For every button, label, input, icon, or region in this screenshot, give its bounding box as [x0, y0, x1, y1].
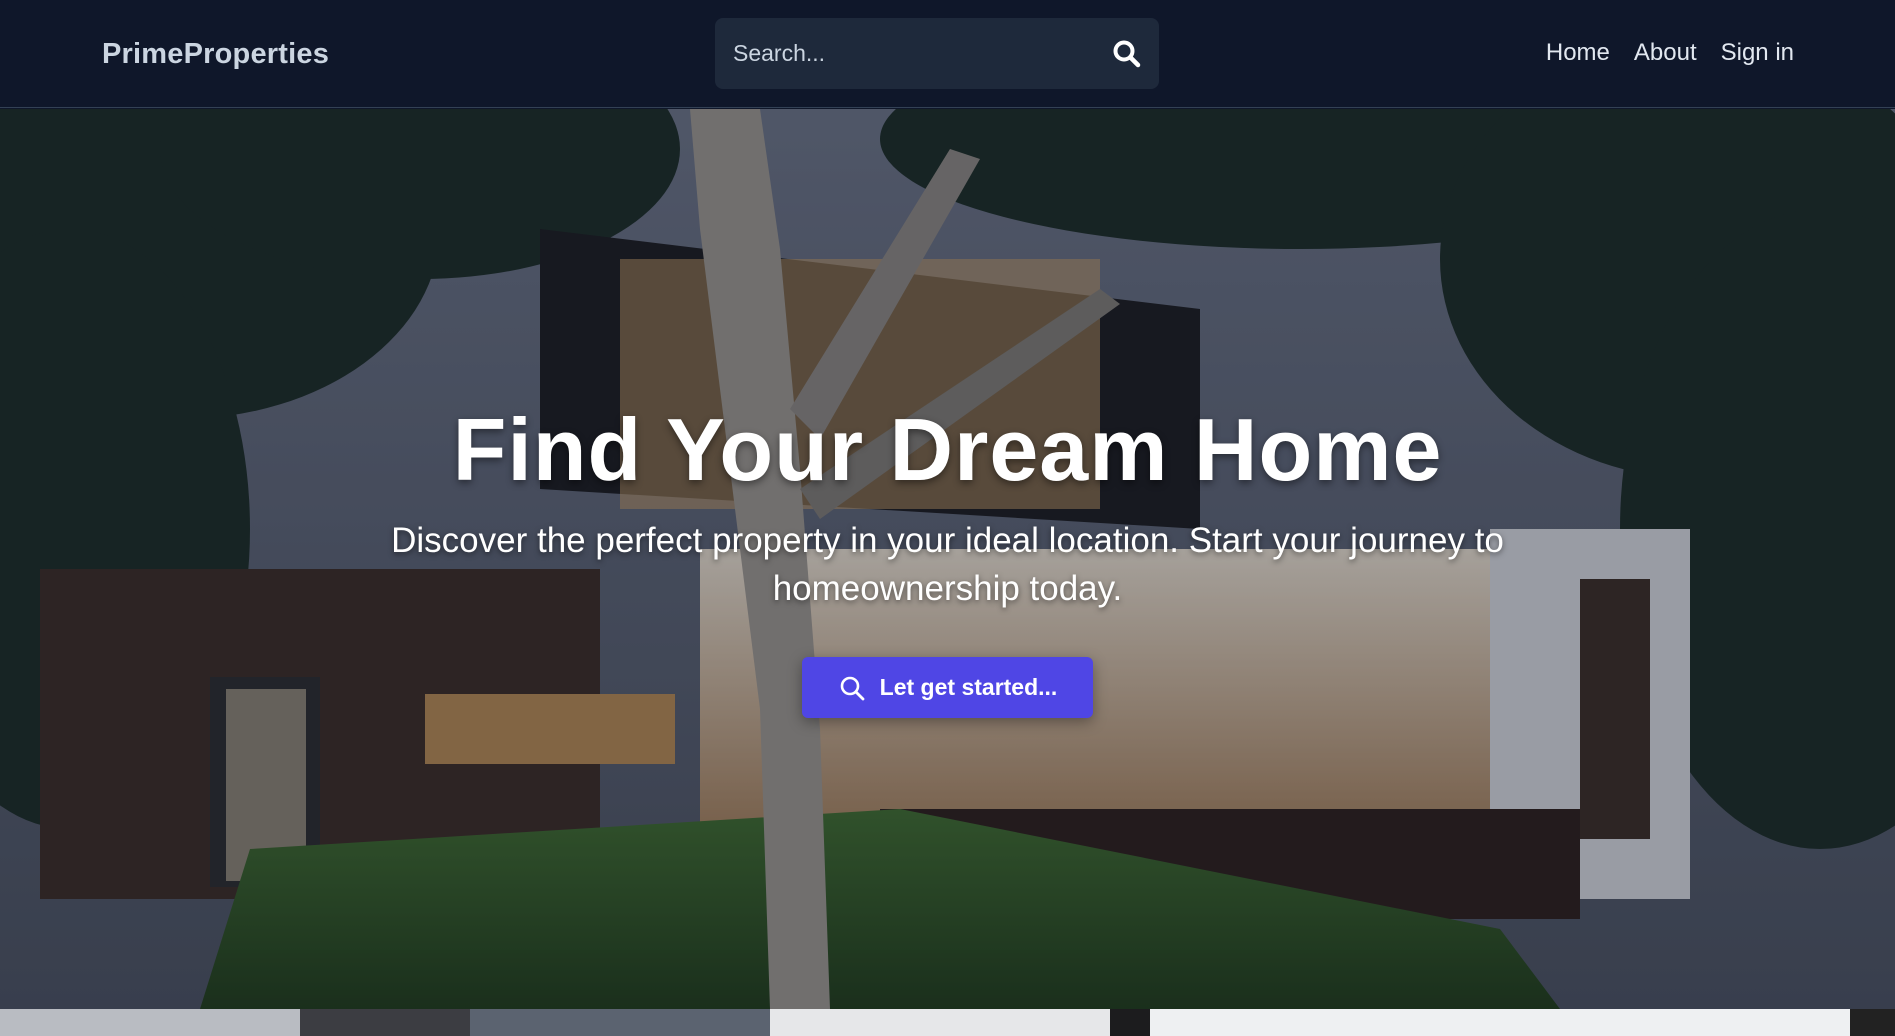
search-bar: [715, 18, 1159, 89]
hero-subtitle: Discover the perfect property in your id…: [391, 521, 1504, 608]
nav-links: Home About Sign in: [1546, 39, 1794, 67]
hero-content: Find Your Dream Home Discover the perfec…: [0, 109, 1895, 1009]
search-icon: [840, 676, 865, 700]
listing-image-peek: [0, 1009, 1895, 1036]
get-started-button[interactable]: Let get started...: [802, 657, 1093, 718]
brand-logo[interactable]: PrimeProperties: [102, 38, 329, 71]
hero-section: Find Your Dream Home Discover the perfec…: [0, 109, 1895, 1009]
get-started-label: Let get started...: [879, 674, 1058, 700]
nav-home[interactable]: Home: [1546, 39, 1610, 67]
search-input[interactable]: [733, 18, 1093, 89]
nav-sign-in[interactable]: Sign in: [1721, 39, 1794, 67]
next-section-image-strip: [0, 1009, 1895, 1036]
hero-title: Find Your Dream Home: [452, 400, 1443, 499]
navbar: PrimeProperties Home About Sign in: [0, 0, 1895, 108]
search-icon: [1113, 40, 1141, 68]
nav-about[interactable]: About: [1634, 39, 1697, 67]
search-button[interactable]: [1111, 38, 1143, 70]
